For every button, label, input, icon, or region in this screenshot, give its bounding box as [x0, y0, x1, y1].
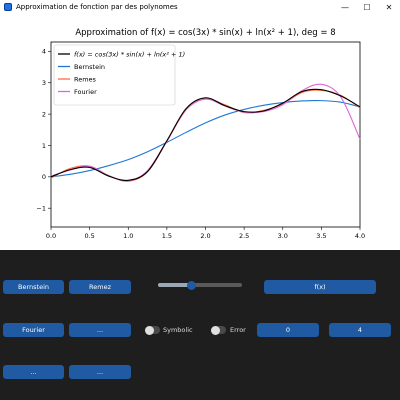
maximize-button[interactable]: ☐ — [356, 0, 378, 14]
x-tick-label: 1.5 — [162, 232, 172, 240]
plot-canvas: Approximation of f(x) = cos(3x) * sin(x)… — [0, 14, 400, 250]
y-tick-label: 1 — [42, 142, 46, 150]
legend-label: Fourier — [74, 88, 97, 96]
minimize-button[interactable]: — — [334, 0, 356, 14]
symbolic-label: Symbolic — [163, 326, 193, 334]
window-title: Approximation de fonction par des polyno… — [16, 3, 178, 11]
y-tick-label: −1 — [36, 204, 46, 212]
chart-title: Approximation of f(x) = cos(3x) * sin(x)… — [75, 28, 335, 38]
legend-label: Bernstein — [74, 63, 105, 71]
degree-slider[interactable] — [158, 280, 242, 290]
x-tick-label: 2.0 — [200, 232, 210, 240]
series-line-bernstein — [50, 100, 361, 178]
x-tick-label: 3.0 — [278, 232, 288, 240]
degree-slider-thumb[interactable] — [187, 280, 196, 290]
error-label: Error — [230, 326, 246, 334]
range-end-field[interactable]: 4 — [329, 323, 391, 337]
remez-button[interactable]: Remez — [69, 280, 131, 294]
approximation-chart: Approximation of f(x) = cos(3x) * sin(x)… — [36, 28, 365, 240]
x-tick-label: 1.0 — [123, 232, 133, 240]
bernstein-button[interactable]: Bernstein — [3, 280, 64, 294]
y-tick-label: 0 — [42, 173, 46, 181]
y-tick-label: 3 — [42, 79, 46, 87]
x-tick-label: 2.5 — [239, 232, 249, 240]
symbolic-toggle[interactable] — [145, 325, 160, 335]
close-button[interactable]: ✕ — [378, 0, 400, 14]
x-tick-label: 4.0 — [355, 232, 365, 240]
extra-button-3[interactable]: ... — [69, 365, 131, 379]
extra-button-2[interactable]: ... — [3, 365, 64, 379]
x-tick-label: 3.5 — [316, 232, 326, 240]
error-toggle[interactable] — [211, 325, 226, 335]
fourier-button[interactable]: Fourier — [3, 323, 64, 337]
y-tick-label: 4 — [42, 48, 46, 56]
control-panel: Bernstein Remez f(x) Fourier ... Symboli… — [0, 250, 400, 400]
function-button[interactable]: f(x) — [264, 280, 376, 294]
x-tick-label: 0.0 — [46, 232, 56, 240]
range-start-field[interactable]: 0 — [257, 323, 319, 337]
legend-label: f(x) = cos(3x) * sin(x) + ln(x² + 1) — [74, 50, 185, 58]
x-tick-label: 0.5 — [84, 232, 94, 240]
legend-label: Remes — [74, 75, 97, 83]
symbolic-toggle-knob — [145, 325, 154, 335]
window-titlebar: Approximation de fonction par des polyno… — [0, 0, 400, 14]
extra-button-1[interactable]: ... — [69, 323, 131, 337]
error-toggle-knob — [211, 325, 220, 335]
app-icon — [4, 3, 12, 11]
y-tick-label: 2 — [42, 110, 46, 118]
